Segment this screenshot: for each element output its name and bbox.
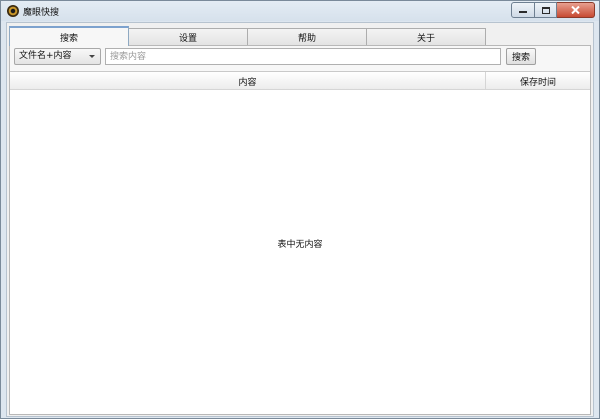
search-scope-value: 文件名+内容 xyxy=(19,51,72,61)
close-icon xyxy=(571,6,580,14)
column-header-saved-time[interactable]: 保存时间 xyxy=(486,72,590,90)
column-header-content[interactable]: 内容 xyxy=(10,72,486,90)
eye-app-icon xyxy=(7,5,19,17)
chevron-down-icon xyxy=(89,55,95,58)
empty-table-message: 表中无内容 xyxy=(277,240,323,250)
app-window: 魔眼快搜 搜索 设置 帮助 关于 文件名+内容 搜索内容 搜索 内容 保存时间 … xyxy=(0,0,600,419)
close-button[interactable] xyxy=(557,2,595,18)
minimize-button[interactable] xyxy=(511,2,535,18)
tab-settings[interactable]: 设置 xyxy=(128,28,248,46)
maximize-button[interactable] xyxy=(535,2,557,18)
tab-search[interactable]: 搜索 xyxy=(9,26,129,46)
results-table[interactable]: 内容 保存时间 表中无内容 xyxy=(10,71,590,414)
tab-help[interactable]: 帮助 xyxy=(247,28,367,46)
search-scope-dropdown[interactable]: 文件名+内容 xyxy=(14,48,101,65)
minimize-icon xyxy=(519,11,527,13)
maximize-icon xyxy=(541,6,550,14)
table-header: 内容 保存时间 xyxy=(10,72,590,90)
search-button[interactable]: 搜索 xyxy=(506,48,536,65)
tab-bar: 搜索 设置 帮助 关于 xyxy=(9,26,486,46)
main-content: 搜索 设置 帮助 关于 文件名+内容 搜索 内容 保存时间 表中无内容 xyxy=(6,22,594,417)
tab-about[interactable]: 关于 xyxy=(366,28,486,46)
window-title: 魔眼快搜 xyxy=(23,8,60,18)
search-tab-panel: 文件名+内容 搜索 内容 保存时间 表中无内容 xyxy=(9,45,591,415)
search-input[interactable] xyxy=(105,48,501,65)
window-controls xyxy=(511,2,595,18)
title-bar[interactable]: 魔眼快搜 xyxy=(1,1,599,21)
